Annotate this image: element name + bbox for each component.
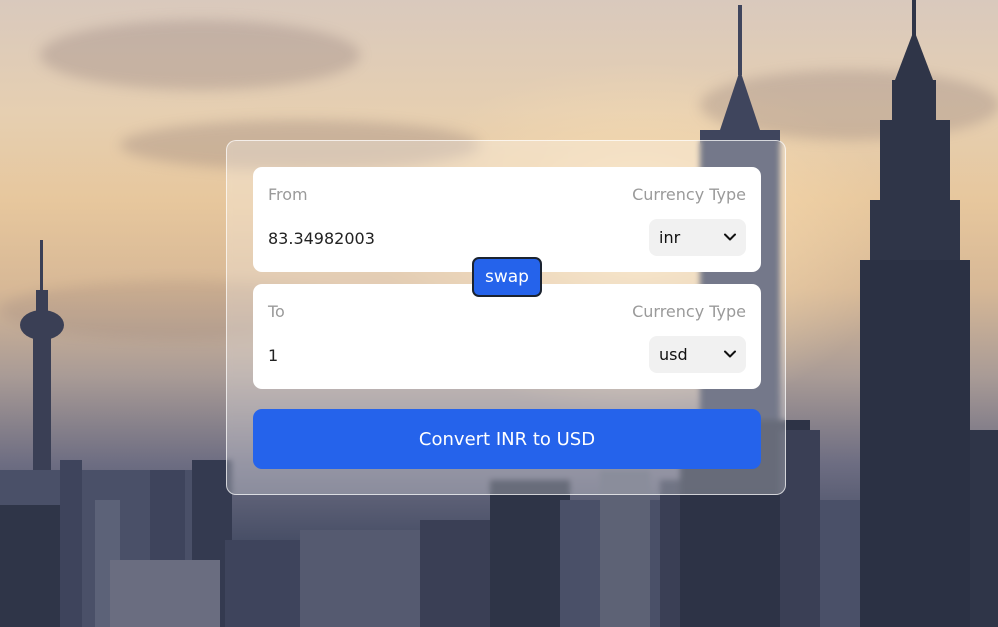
- chevron-down-icon: [724, 350, 736, 358]
- from-currency-value: inr: [659, 228, 681, 247]
- chevron-down-icon: [724, 233, 736, 241]
- to-currency-type-label: Currency Type: [632, 302, 746, 321]
- from-amount-input[interactable]: [268, 225, 568, 251]
- to-amount-input[interactable]: [268, 342, 568, 368]
- swap-button[interactable]: swap: [472, 257, 542, 297]
- to-currency-select[interactable]: usd: [649, 336, 746, 373]
- convert-button[interactable]: Convert INR to USD: [253, 409, 761, 469]
- to-section: To Currency Type usd: [253, 284, 761, 389]
- from-currency-select[interactable]: inr: [649, 219, 746, 256]
- to-currency-value: usd: [659, 345, 688, 364]
- to-label: To: [268, 302, 285, 321]
- from-label: From: [268, 185, 308, 204]
- converter-card: From Currency Type inr To Currency Type …: [226, 140, 786, 495]
- from-currency-type-label: Currency Type: [632, 185, 746, 204]
